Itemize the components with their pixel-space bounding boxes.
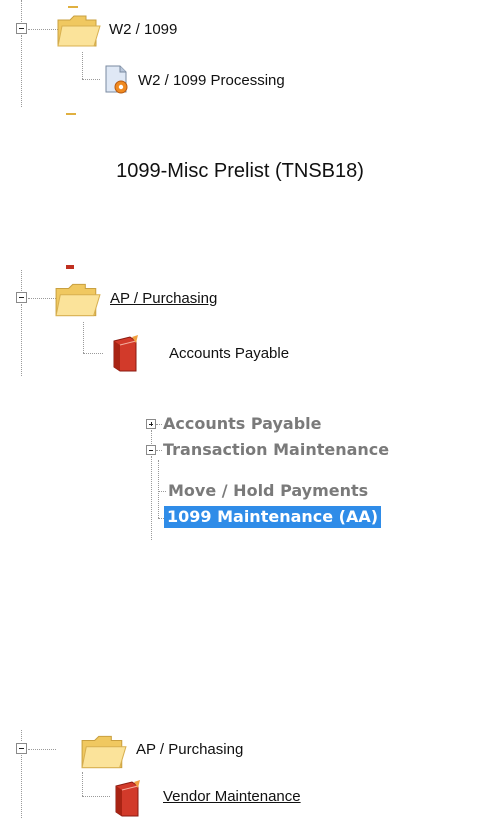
tree-line <box>28 749 56 750</box>
expand-icon[interactable] <box>146 419 156 429</box>
folder-label-ap-purchasing[interactable]: AP / Purchasing <box>110 290 217 307</box>
tree-line <box>156 424 162 425</box>
tree-line <box>158 460 159 518</box>
tree-line <box>151 456 152 540</box>
document-gear-icon[interactable] <box>100 64 132 96</box>
caption-text: 1099-Misc Prelist (TNSB18) <box>116 160 364 182</box>
tree-line <box>82 772 83 796</box>
tree-line <box>21 755 22 818</box>
menu-item-accounts-payable[interactable]: Accounts Payable <box>163 414 321 433</box>
tree-line <box>28 298 56 299</box>
tree-mark <box>68 6 78 8</box>
tree-line <box>28 29 58 30</box>
menu-item-transaction-maintenance[interactable]: Transaction Maintenance <box>163 440 389 459</box>
tree-line <box>21 35 22 107</box>
tree-line <box>21 730 22 741</box>
tree-line <box>151 430 152 444</box>
tree-line <box>83 322 84 353</box>
tree-mark <box>66 113 76 115</box>
book-icon[interactable] <box>110 335 142 373</box>
tree-line <box>82 52 83 79</box>
folder-icon[interactable] <box>54 280 102 320</box>
tree-mark <box>66 265 74 269</box>
menu-item-move-hold-payments[interactable]: Move / Hold Payments <box>168 481 368 500</box>
folder-icon[interactable] <box>80 732 128 772</box>
tree-line <box>21 304 22 376</box>
tree-item-accounts-payable[interactable]: Accounts Payable <box>169 345 289 362</box>
folder-label-ap-purchasing[interactable]: AP / Purchasing <box>136 741 243 758</box>
tree-line <box>21 0 22 22</box>
menu-item-1099-maintenance-selected[interactable]: 1099 Maintenance (AA) <box>164 506 382 528</box>
tree-line <box>83 353 103 354</box>
tree-line <box>158 491 166 492</box>
tree-item-vendor-maintenance[interactable]: Vendor Maintenance <box>163 788 301 805</box>
tree-line <box>156 450 162 451</box>
collapse-icon[interactable] <box>16 23 27 34</box>
tree-item-w2-1099-processing[interactable]: W2 / 1099 Processing <box>138 72 285 89</box>
folder-label-w2[interactable]: W2 / 1099 <box>109 21 177 38</box>
collapse-icon[interactable] <box>146 445 156 455</box>
collapse-icon[interactable] <box>16 292 27 303</box>
tree-line <box>82 79 100 80</box>
tree-line <box>82 796 110 797</box>
folder-icon[interactable] <box>56 12 102 50</box>
collapse-icon[interactable] <box>16 743 27 754</box>
book-icon[interactable] <box>112 780 144 818</box>
tree-line <box>21 270 22 291</box>
